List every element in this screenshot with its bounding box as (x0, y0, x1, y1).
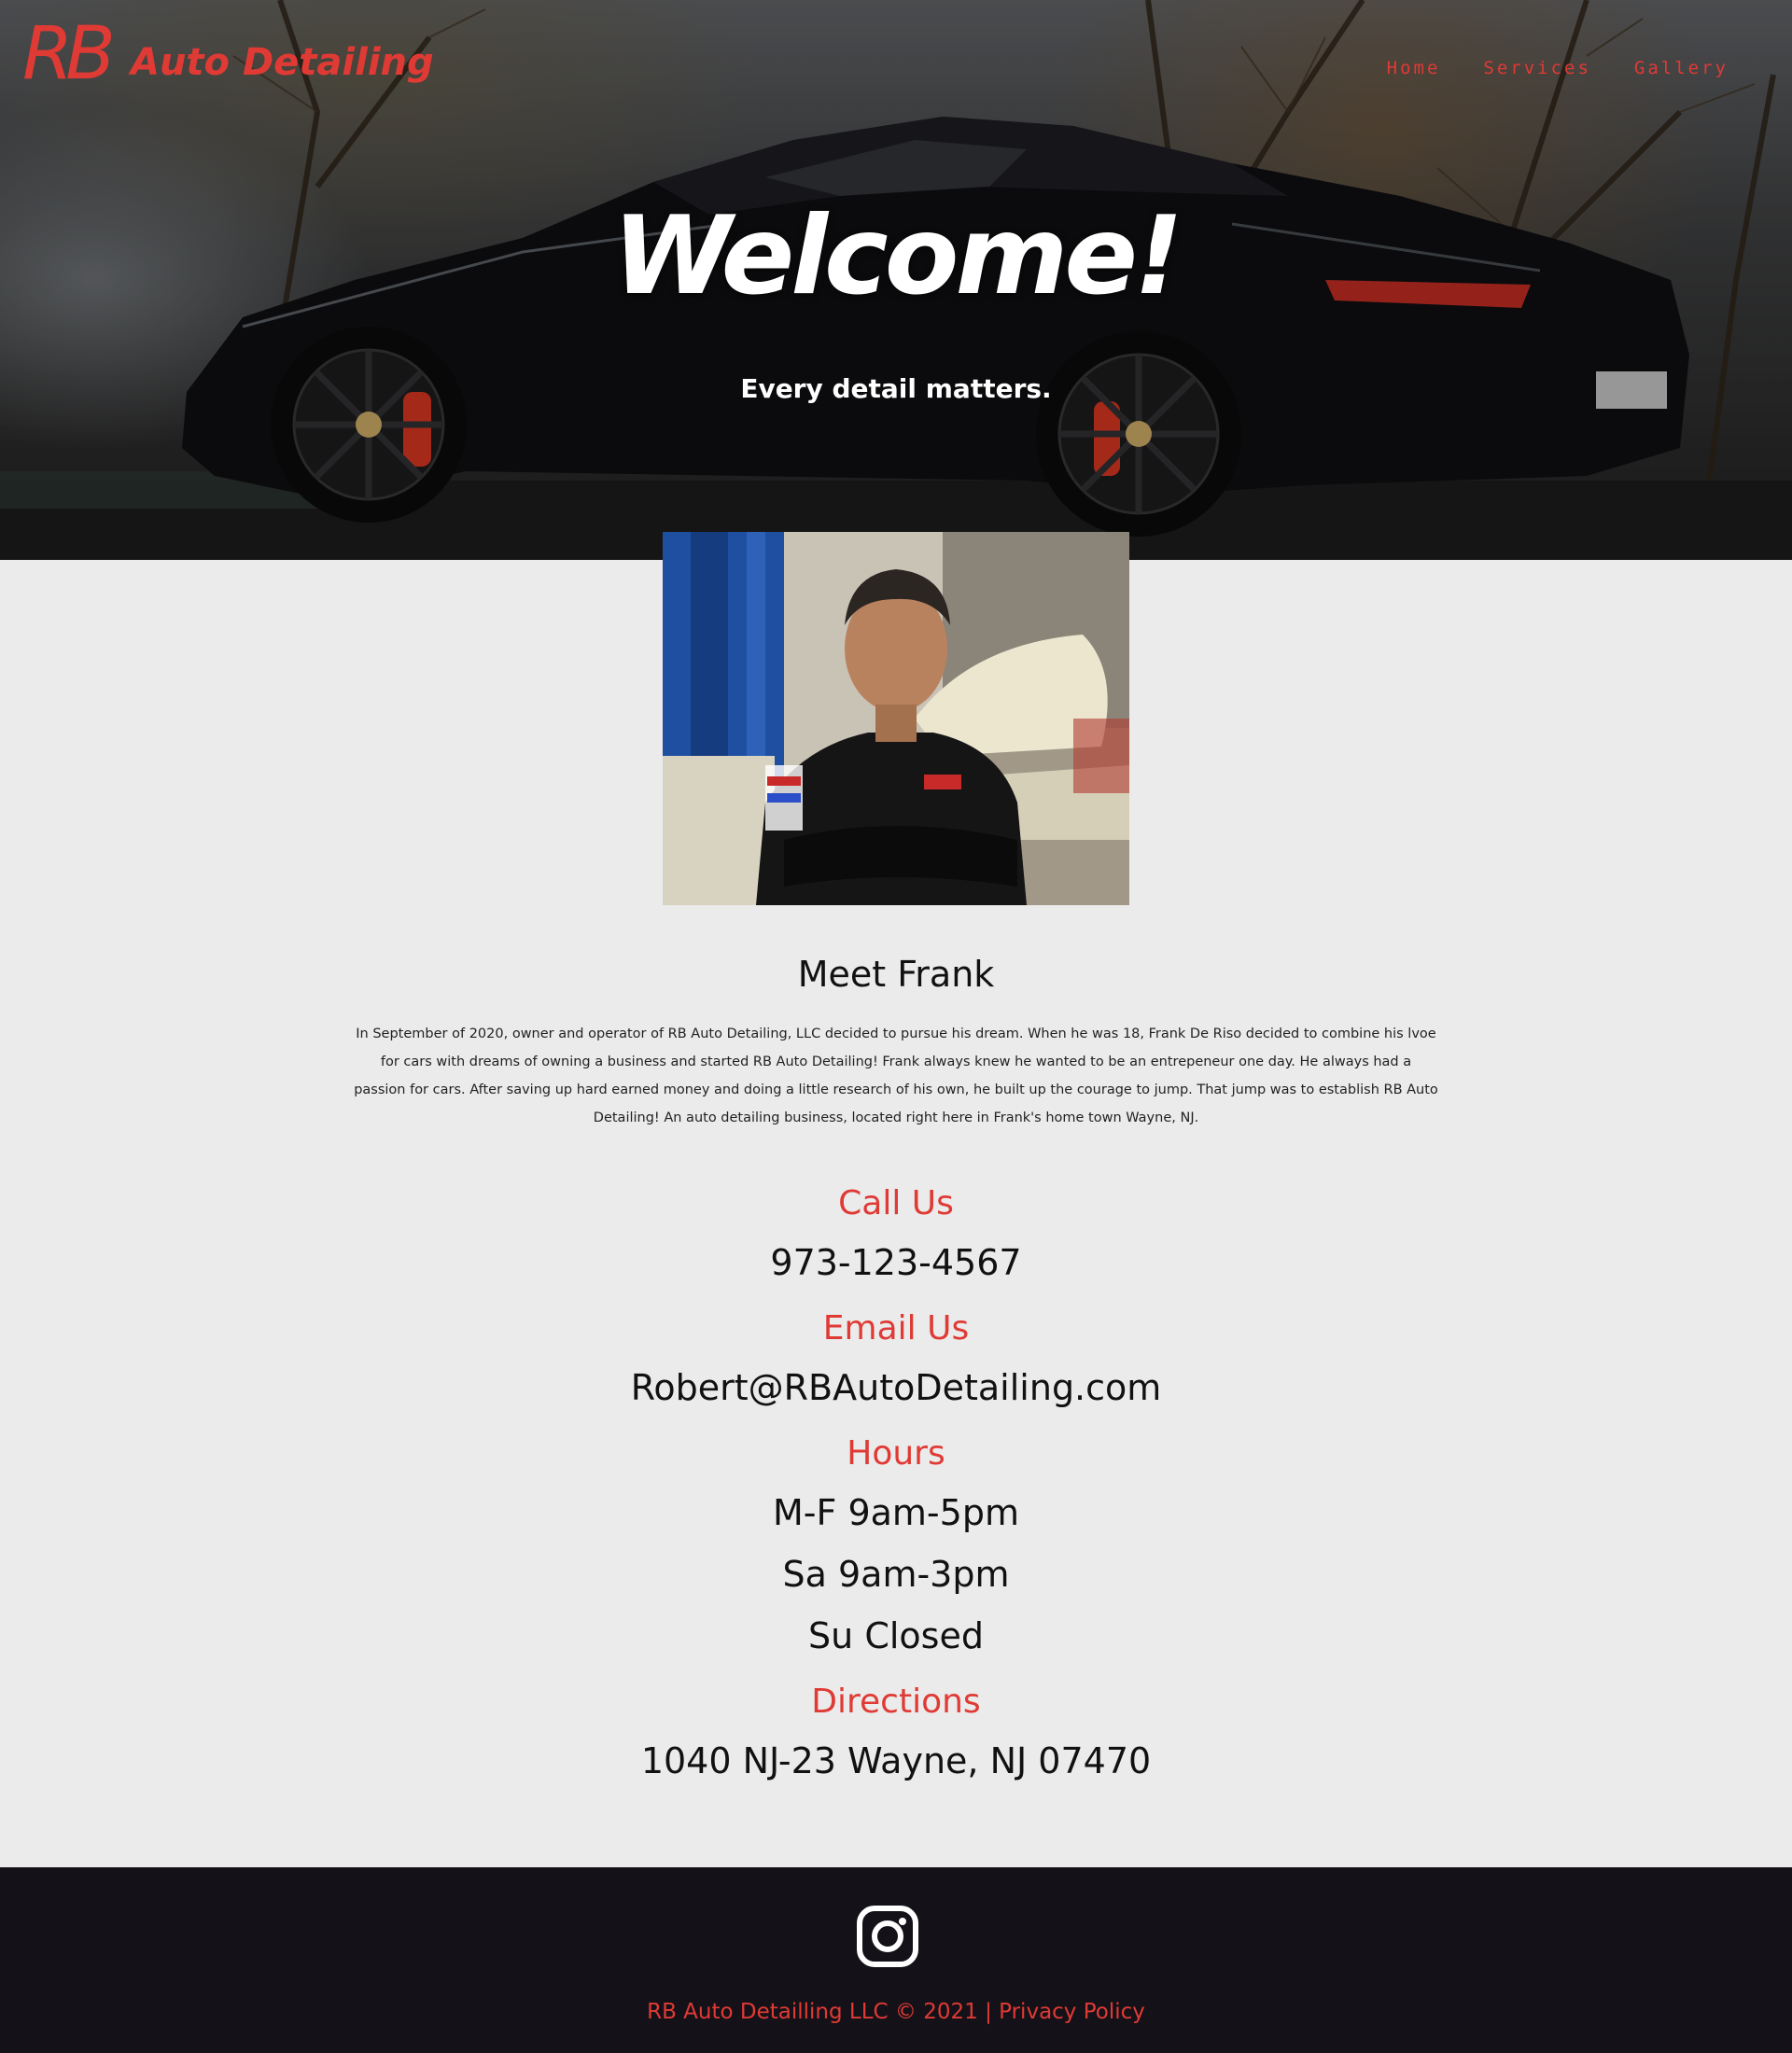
nav-home[interactable]: Home (1387, 58, 1441, 78)
hours-heading: Hours (847, 1434, 945, 1473)
address[interactable]: 1040 NJ-23 Wayne, NJ 07470 (0, 1730, 1792, 1792)
hero-subtitle: Every detail matters. (740, 373, 1052, 404)
nav-services[interactable]: Services (1483, 58, 1591, 78)
email-heading: Email Us (822, 1309, 970, 1348)
hours-saturday: Sa 9am-3pm (782, 1554, 1010, 1595)
brand-logo[interactable]: RB Auto Detailing (22, 13, 452, 106)
footer-separator: | (985, 2000, 992, 2024)
owner-portrait (663, 532, 1129, 905)
hero-section: RB Auto Detailing Home Services Gallery … (0, 0, 1792, 560)
footer: RB Auto Detailling LLC © 2021 | Privacy … (0, 1867, 1792, 2053)
call-heading: Call Us (838, 1184, 954, 1222)
hours-weekday: M-F 9am-5pm (773, 1492, 1019, 1533)
nav-gallery[interactable]: Gallery (1634, 58, 1729, 78)
about-title: Meet Frank (797, 954, 995, 995)
hero-title: Welcome! (612, 193, 1183, 319)
hours-sunday: Su Closed (808, 1615, 984, 1656)
logo-text: Auto Detailing (128, 41, 434, 84)
about-text: In September of 2020, owner and operator… (354, 1026, 1438, 1125)
directions-heading: Directions (811, 1683, 981, 1721)
email-address[interactable]: Robert@RBAutoDetailing.com (0, 1357, 1792, 1418)
main-nav: Home Services Gallery (1387, 58, 1729, 78)
privacy-policy-link[interactable]: Privacy Policy (999, 2000, 1145, 2024)
instagram-icon[interactable] (856, 1905, 919, 1968)
logo-monogram: RB (22, 13, 111, 96)
phone-number[interactable]: 973-123-4567 (0, 1232, 1792, 1293)
copyright-text: RB Auto Detailling LLC © 2021 (647, 2000, 978, 2024)
footer-line: RB Auto Detailling LLC © 2021 | Privacy … (0, 2000, 1792, 2024)
contact-section: Call Us 973-123-4567 Email Us Robert@RBA… (0, 1176, 1792, 1792)
